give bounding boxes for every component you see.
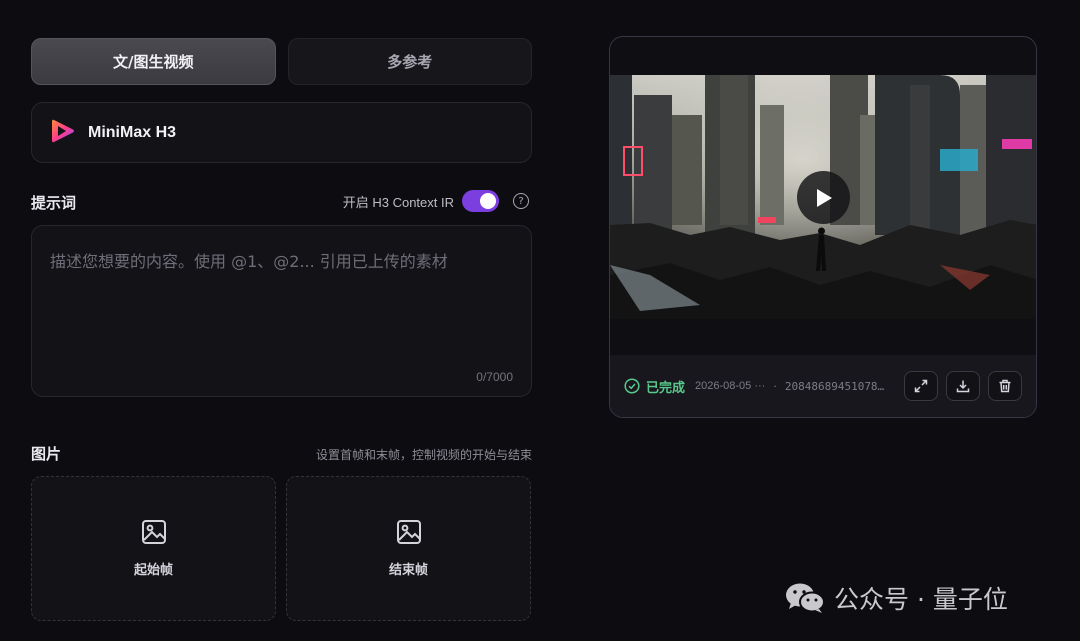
model-selector[interactable]: MiniMax H3 bbox=[31, 102, 532, 163]
play-icon bbox=[816, 188, 832, 207]
download-icon bbox=[956, 380, 970, 393]
images-label: 图片 bbox=[31, 445, 62, 463]
tab-multi-reference[interactable]: 多参考 bbox=[287, 38, 532, 85]
context-ir-label: 开启 H3 Context IR bbox=[342, 194, 454, 210]
wechat-icon bbox=[786, 583, 825, 613]
mode-tabs: 文/图生视频 多参考 bbox=[31, 38, 532, 85]
minimax-logo-icon bbox=[50, 117, 76, 149]
separator-dot: · bbox=[773, 379, 777, 393]
end-frame-upload[interactable]: 结束帧 bbox=[286, 476, 531, 621]
watermark-text: 公众号 · 量子位 bbox=[834, 585, 1008, 614]
status-text: 已完成 bbox=[646, 380, 686, 396]
video-result-card: 已完成 2026-08-05 ··· · 20848689451078… bbox=[609, 36, 1037, 418]
video-card-footer: 已完成 2026-08-05 ··· · 20848689451078… bbox=[610, 355, 1036, 417]
images-hint: 设置首帧和末帧，控制视频的开始与结束 bbox=[315, 448, 532, 462]
tab-text-image-to-video[interactable]: 文/图生视频 bbox=[31, 38, 276, 85]
delete-button[interactable] bbox=[988, 371, 1022, 401]
end-frame-label: 结束帧 bbox=[388, 563, 428, 578]
start-frame-upload[interactable]: 起始帧 bbox=[31, 476, 276, 621]
character-counter: 0/7000 bbox=[476, 370, 513, 384]
context-ir-row: 开启 H3 Context IR ? bbox=[343, 190, 529, 212]
context-ir-toggle[interactable] bbox=[462, 190, 499, 212]
prompt-input[interactable] bbox=[32, 226, 531, 366]
expand-icon bbox=[914, 379, 928, 393]
status-badge: 已完成 bbox=[624, 377, 685, 396]
check-circle-icon bbox=[624, 378, 640, 394]
card-actions bbox=[904, 371, 1022, 401]
prompt-label: 提示词 bbox=[31, 194, 77, 212]
video-id: 20848689451078… bbox=[784, 379, 885, 393]
trash-icon bbox=[999, 379, 1011, 393]
prompt-box: 0/7000 bbox=[31, 225, 532, 397]
wechat-watermark: 公众号 · 量子位 bbox=[784, 580, 1008, 616]
start-frame-label: 起始帧 bbox=[133, 563, 173, 578]
image-icon bbox=[141, 519, 167, 549]
model-name: MiniMax H3 bbox=[88, 123, 177, 141]
download-button[interactable] bbox=[946, 371, 980, 401]
play-button[interactable] bbox=[797, 171, 850, 224]
created-date: 2026-08-05 ··· bbox=[695, 380, 766, 392]
help-icon[interactable]: ? bbox=[513, 193, 529, 209]
expand-button[interactable] bbox=[904, 371, 938, 401]
video-thumbnail[interactable] bbox=[610, 75, 1036, 319]
image-icon bbox=[396, 519, 422, 549]
